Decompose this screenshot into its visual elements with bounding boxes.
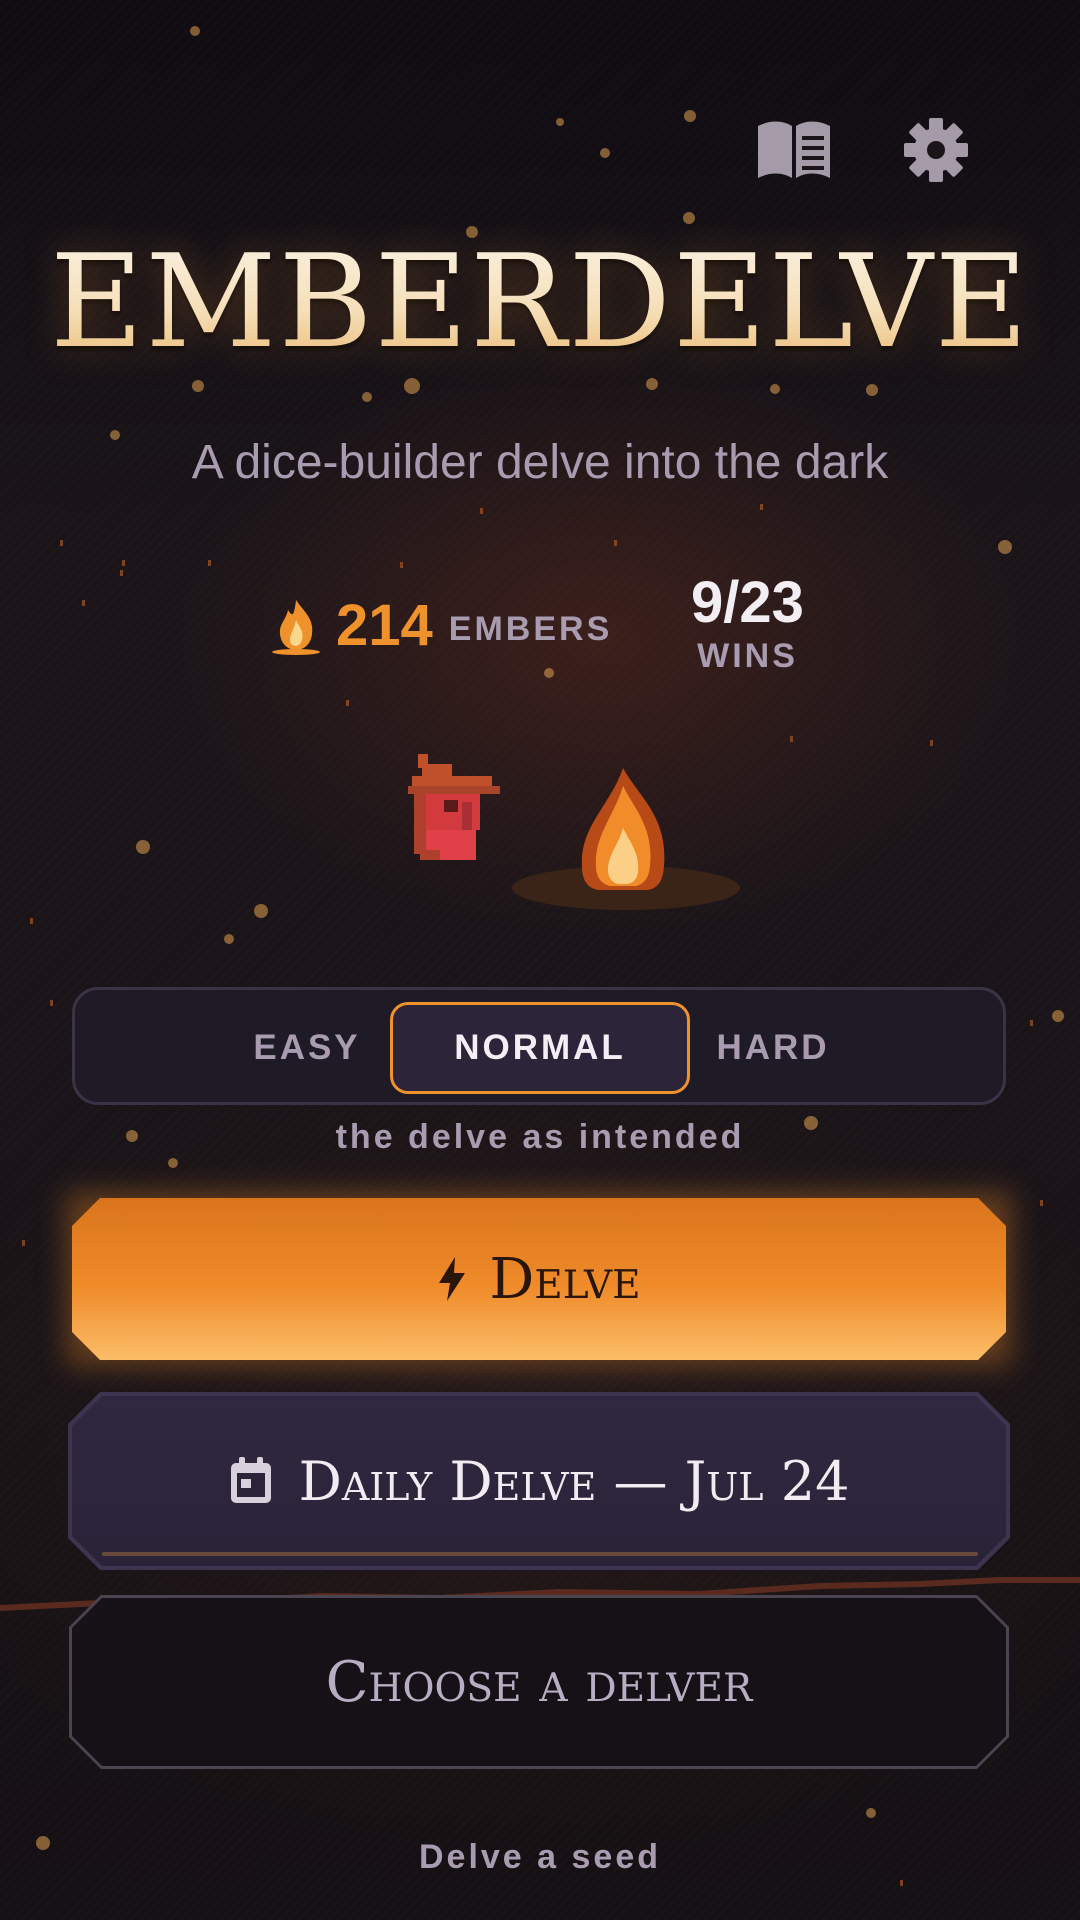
ember-particle (646, 378, 658, 390)
choose-delver-label: Choose a delver (325, 1649, 753, 1715)
daily-button-underline (102, 1552, 978, 1556)
ember-particle (136, 840, 150, 854)
spark-particle (346, 700, 349, 706)
ember-particle (998, 540, 1012, 554)
ember-particle (684, 110, 696, 122)
spark-particle (1030, 1020, 1033, 1026)
spark-particle (900, 1880, 903, 1886)
open-book-icon (758, 121, 830, 178)
spark-particle (22, 1240, 25, 1246)
campfire-scene (400, 740, 750, 920)
spark-particle (50, 1000, 53, 1006)
spark-particle (60, 540, 63, 546)
ember-particle (683, 212, 695, 224)
embers-count: 214 (336, 593, 433, 658)
ember-particle (254, 904, 268, 918)
spark-particle (122, 560, 125, 566)
ember-particle (362, 392, 372, 402)
spark-particle (480, 508, 483, 514)
spark-particle (30, 918, 33, 924)
spark-particle (760, 504, 763, 510)
ember-particle (556, 118, 564, 126)
wins-stat: 9/23 WINS (670, 570, 825, 676)
gear-icon (904, 118, 968, 182)
ember-particle (866, 384, 878, 396)
spark-particle (790, 736, 793, 742)
game-subtitle: A dice-builder delve into the dark (191, 436, 889, 489)
ember-particle (168, 1158, 178, 1168)
game-title: EMBERDELVE (0, 228, 1080, 378)
ember-particle (224, 934, 234, 944)
ember-particle (866, 1808, 876, 1818)
campfire-icon (581, 768, 665, 890)
daily-delve-button[interactable]: Daily Delve — Jul 24 (72, 1396, 1006, 1566)
ember-particle (190, 26, 200, 36)
difficulty-selector: EASY NORMAL HARD (72, 987, 1006, 1105)
ember-particle (404, 378, 420, 394)
codex-button[interactable] (752, 108, 836, 192)
embers-label: EMBERS (448, 610, 613, 648)
calendar-icon (229, 1457, 273, 1505)
embers-stat: 214 EMBERS (268, 592, 612, 659)
lightning-bolt-icon (437, 1257, 467, 1301)
delve-button-label: Delve (489, 1246, 641, 1312)
spark-particle (400, 562, 403, 568)
spark-particle (208, 560, 211, 566)
wins-count: 9/23 (691, 570, 804, 635)
daily-delve-label: Daily Delve — Jul 24 (298, 1449, 850, 1513)
ember-particle (770, 384, 780, 394)
difficulty-hard[interactable]: HARD (623, 1002, 923, 1094)
delve-button[interactable]: Delve (72, 1198, 1006, 1360)
spark-particle (930, 740, 933, 746)
ember-particle (1052, 1010, 1064, 1022)
wins-label: WINS (697, 637, 798, 675)
choose-delver-button[interactable]: Choose a delver (72, 1598, 1006, 1766)
ember-particle (192, 380, 204, 392)
ember-particle (600, 148, 610, 158)
difficulty-description: the delve as intended (335, 1118, 745, 1156)
stats-bar: 214 EMBERS 9/23 WINS (0, 570, 1080, 680)
flame-icon (272, 599, 320, 655)
spark-particle (614, 540, 617, 546)
settings-button[interactable] (894, 108, 978, 192)
delve-seed-link[interactable]: Delve a seed (0, 1838, 1080, 1877)
spark-particle (1040, 1200, 1043, 1206)
